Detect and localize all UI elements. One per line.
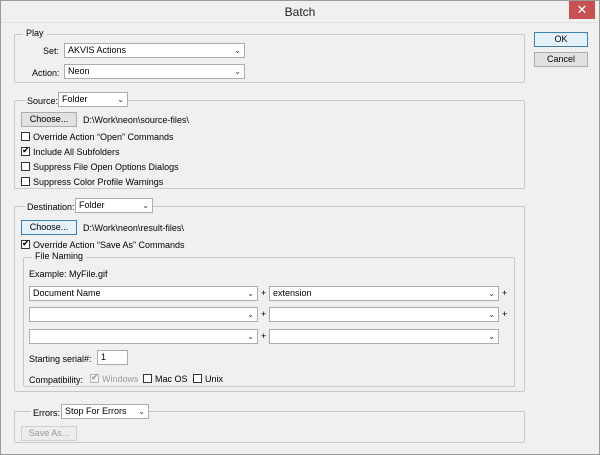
- title-bar: Batch ✕: [1, 1, 599, 23]
- source-group: [14, 100, 525, 189]
- compat-windows-checkbox[interactable]: Windows: [90, 372, 139, 386]
- compat-macos-checkbox[interactable]: Mac OS: [143, 374, 188, 386]
- compat-unix-checkbox[interactable]: Unix: [193, 374, 223, 386]
- naming-row1-right-select[interactable]: extension ⌄: [269, 286, 499, 301]
- source-type-select[interactable]: Folder ⌄: [58, 92, 128, 107]
- plus-label: +: [502, 309, 508, 319]
- compat-label: Compatibility:: [29, 375, 84, 385]
- action-select-value: Neon: [68, 66, 90, 76]
- close-icon[interactable]: ✕: [569, 1, 595, 19]
- errors-label: Errors:: [31, 408, 62, 418]
- include-subfolders-checkbox[interactable]: Include All Subfolders: [21, 145, 120, 159]
- checkbox-box: [21, 238, 30, 249]
- naming-row2-left-select[interactable]: ⌄: [29, 307, 258, 322]
- checkbox-box: [90, 372, 99, 383]
- naming-row3-left-select[interactable]: ⌄: [29, 329, 258, 344]
- chevron-down-icon: ⌄: [247, 289, 254, 298]
- chevron-down-icon: ⌄: [247, 332, 254, 341]
- plus-label: +: [502, 288, 508, 298]
- set-label: Set:: [43, 46, 60, 56]
- destination-path: D:\Work\neon\result-files\: [83, 223, 184, 233]
- destination-choose-button[interactable]: Choose...: [21, 220, 77, 235]
- suppress-open-dialogs-checkbox[interactable]: Suppress File Open Options Dialogs: [21, 162, 179, 174]
- override-open-label: Override Action “Open” Commands: [33, 132, 174, 142]
- suppress-open-dialogs-label: Suppress File Open Options Dialogs: [33, 162, 179, 172]
- destination-type-value: Folder: [79, 200, 105, 210]
- source-choose-button[interactable]: Choose...: [21, 112, 77, 127]
- window-title: Batch: [284, 5, 316, 19]
- action-select[interactable]: Neon ⌄: [64, 64, 245, 79]
- serial-input[interactable]: 1: [97, 350, 128, 365]
- override-save-as-label: Override Action “Save As” Commands: [33, 240, 185, 250]
- cancel-button[interactable]: Cancel: [534, 52, 588, 67]
- source-path: D:\Work\neon\source-files\: [83, 115, 189, 125]
- checkbox-box: [21, 132, 30, 141]
- naming-row3-right-select[interactable]: ⌄: [269, 329, 499, 344]
- compat-macos-label: Mac OS: [155, 374, 188, 384]
- serial-label: Starting serial#:: [29, 354, 92, 364]
- chevron-down-icon: ⌄: [247, 310, 254, 319]
- chevron-down-icon: ⌄: [234, 46, 241, 55]
- checkbox-box: [21, 145, 30, 156]
- chevron-down-icon: ⌄: [138, 407, 145, 416]
- chevron-down-icon: ⌄: [234, 67, 241, 76]
- override-open-checkbox[interactable]: Override Action “Open” Commands: [21, 132, 174, 144]
- plus-label: +: [261, 331, 267, 341]
- destination-label: Destination:: [25, 202, 77, 212]
- batch-dialog: Batch ✕ OK Cancel Play Set: AKVIS Action…: [0, 0, 600, 455]
- compat-windows-label: Windows: [102, 374, 139, 384]
- chevron-down-icon: ⌄: [488, 310, 495, 319]
- chevron-down-icon: ⌄: [488, 289, 495, 298]
- save-as-button[interactable]: Save As...: [21, 426, 77, 441]
- naming-row1-left-value: Document Name: [33, 288, 101, 298]
- errors-select[interactable]: Stop For Errors ⌄: [61, 404, 149, 419]
- naming-row2-right-select[interactable]: ⌄: [269, 307, 499, 322]
- compat-unix-label: Unix: [205, 374, 224, 384]
- checkbox-box: [193, 374, 202, 383]
- set-select[interactable]: AKVIS Actions ⌄: [64, 43, 245, 58]
- suppress-color-warnings-label: Suppress Color Profile Warnings: [33, 177, 164, 187]
- plus-label: +: [261, 309, 267, 319]
- source-type-value: Folder: [62, 94, 88, 104]
- destination-type-select[interactable]: Folder ⌄: [75, 198, 153, 213]
- plus-label: +: [261, 288, 267, 298]
- source-label: Source:: [25, 96, 61, 106]
- errors-select-value: Stop For Errors: [65, 406, 127, 416]
- include-subfolders-label: Include All Subfolders: [33, 147, 120, 157]
- naming-row1-left-select[interactable]: Document Name ⌄: [29, 286, 258, 301]
- action-label: Action:: [32, 68, 60, 78]
- checkbox-box: [143, 374, 152, 383]
- naming-row1-right-value: extension: [273, 288, 312, 298]
- chevron-down-icon: ⌄: [142, 201, 149, 210]
- set-select-value: AKVIS Actions: [68, 45, 127, 55]
- file-naming-legend: File Naming: [32, 251, 87, 261]
- naming-example: Example: MyFile.gif: [29, 269, 108, 279]
- chevron-down-icon: ⌄: [117, 95, 124, 104]
- play-legend: Play: [23, 28, 47, 38]
- suppress-color-warnings-checkbox[interactable]: Suppress Color Profile Warnings: [21, 177, 163, 189]
- checkbox-box: [21, 177, 30, 186]
- chevron-down-icon: ⌄: [488, 332, 495, 341]
- checkbox-box: [21, 162, 30, 171]
- ok-button[interactable]: OK: [534, 32, 588, 47]
